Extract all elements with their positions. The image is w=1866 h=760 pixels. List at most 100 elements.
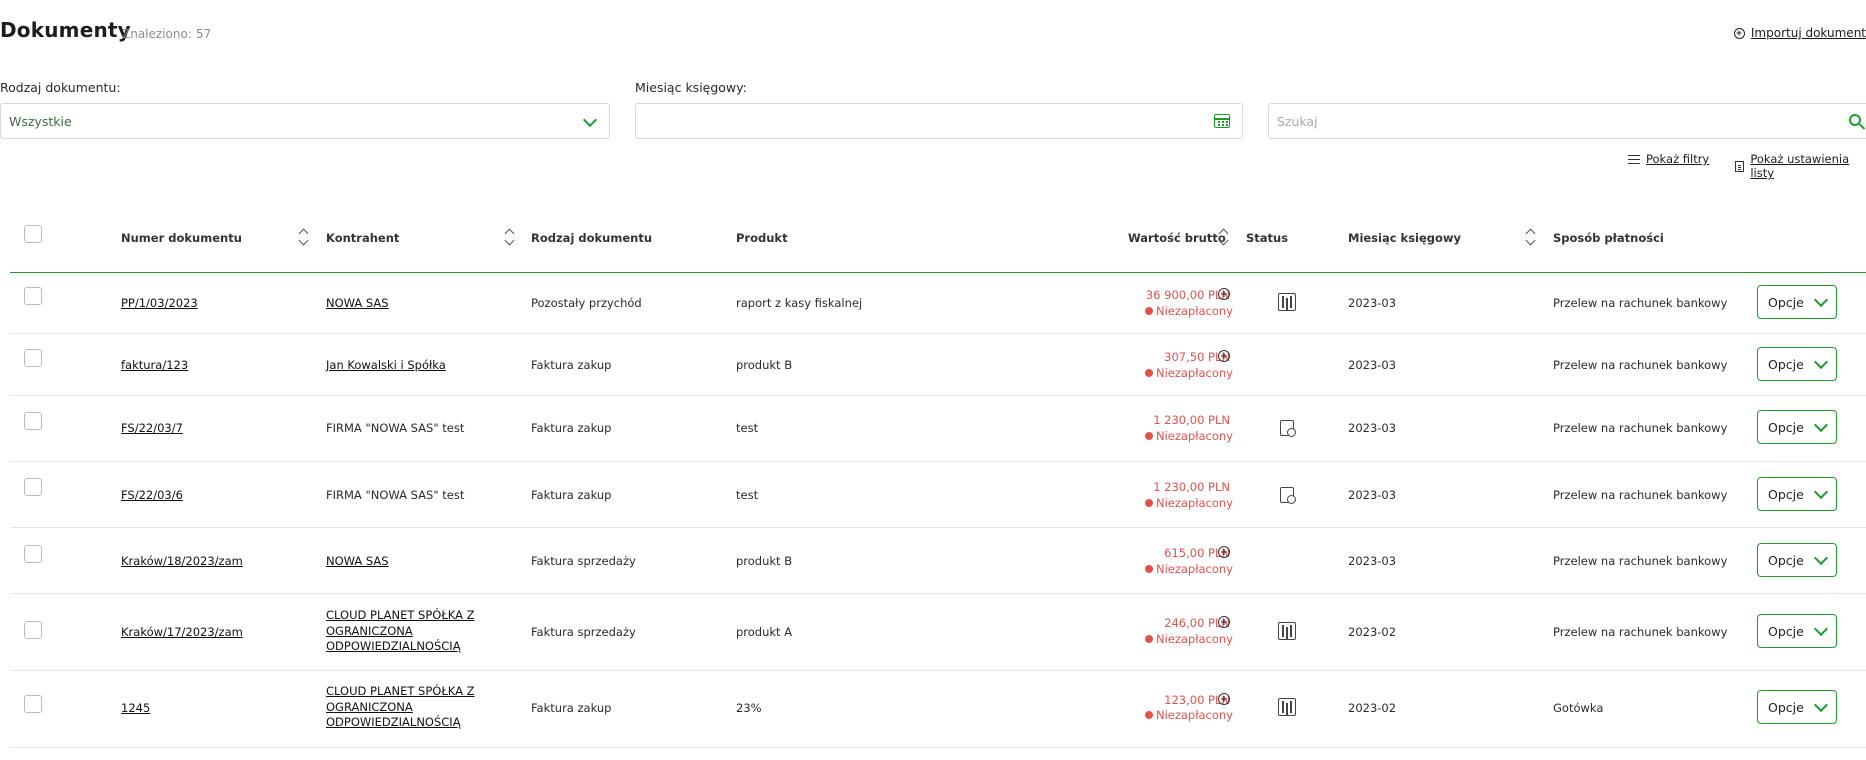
table-row: Kraków/18/2023/zam NOWA SAS Faktura sprz… — [10, 527, 1866, 594]
table-row: FS/22/03/7 FIRMA "NOWA SAS" test Faktura… — [10, 395, 1866, 462]
filters-icon — [1628, 154, 1640, 164]
gross-amount: 1 230,00 PLN — [1153, 413, 1230, 427]
import-documents-label: Importuj dokument — [1750, 26, 1866, 40]
payment-status-label: Niezapłacony — [1155, 562, 1233, 576]
document-search-status-icon[interactable] — [1280, 420, 1296, 437]
found-count: Znaleziono: 57 — [122, 27, 211, 41]
gross-amount: 1 230,00 PLN — [1153, 480, 1230, 494]
options-label: Opcje — [1768, 487, 1804, 502]
col-status: Status — [1246, 231, 1289, 245]
payment-method-cell: Przelew na rachunek bankowy — [1553, 296, 1728, 310]
month-label: Miesiąc księgowy: — [635, 80, 747, 95]
add-payment-icon[interactable] — [1218, 546, 1230, 558]
options-button[interactable]: Opcje — [1757, 347, 1837, 381]
found-label: Znaleziono: — [122, 27, 192, 41]
month-cell: 2023-03 — [1348, 488, 1397, 502]
month-input[interactable] — [635, 103, 1243, 139]
row-checkbox[interactable] — [24, 287, 42, 305]
payment-method-cell: Przelew na rachunek bankowy — [1553, 625, 1728, 639]
ksef-status-icon[interactable] — [1278, 622, 1296, 640]
col-number[interactable]: Numer dokumentu — [121, 231, 242, 245]
add-payment-icon[interactable] — [1218, 616, 1230, 628]
doc-type-cell: Faktura zakup — [531, 421, 612, 435]
payment-status-label: Niezapłacony — [1155, 429, 1233, 443]
found-count-value: 57 — [195, 27, 212, 41]
contractor-link[interactable]: NOWA SAS — [326, 296, 389, 310]
doc-number-link[interactable]: FS/22/03/6 — [121, 488, 183, 502]
chevron-down-icon — [1813, 697, 1829, 713]
doc-number-link[interactable]: 1245 — [121, 701, 150, 715]
product-cell: raport z kasy fiskalnej — [736, 296, 863, 310]
options-button[interactable]: Opcje — [1757, 690, 1837, 724]
doc-number-link[interactable]: FS/22/03/7 — [121, 421, 183, 435]
payment-status-label: Niezapłacony — [1155, 366, 1233, 380]
product-cell: produkt B — [736, 554, 793, 568]
doc-number-link[interactable]: Kraków/18/2023/zam — [121, 554, 243, 568]
doc-number-link[interactable]: Kraków/17/2023/zam — [121, 625, 243, 639]
options-button[interactable]: Opcje — [1757, 477, 1837, 511]
contractor-link[interactable]: Jan Kowalski i Spółka — [326, 358, 446, 372]
calendar-icon[interactable] — [1214, 114, 1230, 128]
payment-status: Niezapłacony — [1144, 429, 1233, 443]
import-documents-link[interactable]: Importuj dokument — [1733, 26, 1866, 40]
add-payment-icon[interactable] — [1218, 693, 1230, 705]
table-row: PP/1/03/2023 NOWA SAS Pozostały przychód… — [10, 272, 1866, 334]
chevron-down-icon — [1813, 292, 1829, 308]
product-cell: test — [736, 488, 759, 502]
select-all-checkbox[interactable] — [24, 225, 42, 243]
search-input[interactable]: Szukaj — [1268, 103, 1866, 139]
show-filters-link[interactable]: Pokaż filtry — [1628, 152, 1709, 166]
ksef-status-icon[interactable] — [1278, 698, 1296, 716]
row-checkbox[interactable] — [24, 695, 42, 713]
contractor-link[interactable]: NOWA SAS — [326, 554, 389, 568]
doc-number-link[interactable]: PP/1/03/2023 — [121, 296, 198, 310]
sort-month-icon[interactable] — [1525, 228, 1535, 246]
product-cell: produkt B — [736, 358, 793, 372]
row-checkbox[interactable] — [24, 412, 42, 430]
row-checkbox[interactable] — [24, 478, 42, 496]
payment-status: Niezapłacony — [1144, 708, 1233, 722]
options-button[interactable]: Opcje — [1757, 543, 1837, 577]
sort-gross-icon[interactable] — [1218, 228, 1228, 246]
chevron-down-icon — [1813, 417, 1829, 433]
row-checkbox[interactable] — [24, 349, 42, 367]
unpaid-dot-icon — [1144, 499, 1153, 507]
col-product: Produkt — [736, 231, 788, 245]
options-button[interactable]: Opcje — [1757, 410, 1837, 444]
col-gross[interactable]: Wartość brutto — [1128, 231, 1226, 245]
payment-method-cell: Przelew na rachunek bankowy — [1553, 358, 1728, 372]
document-search-status-icon[interactable] — [1280, 487, 1296, 504]
row-checkbox[interactable] — [24, 621, 42, 639]
contractor-link[interactable]: CLOUD PLANET SPÓŁKA Z OGRANICZONA ODPOWI… — [326, 684, 476, 731]
doc-number-link[interactable]: faktura/123 — [121, 358, 188, 372]
options-button[interactable]: Opcje — [1757, 285, 1837, 319]
sort-number-icon[interactable] — [298, 228, 308, 246]
chevron-down-icon — [1813, 550, 1829, 566]
payment-status-label: Niezapłacony — [1155, 304, 1233, 318]
doc-type-cell: Faktura zakup — [531, 488, 612, 502]
col-month: Miesiąc księgowy — [1348, 231, 1462, 245]
product-cell: 23% — [736, 701, 762, 715]
add-payment-icon[interactable] — [1218, 350, 1230, 362]
payment-method-cell: Przelew na rachunek bankowy — [1553, 421, 1728, 435]
doc-type-select[interactable]: Wszystkie — [0, 103, 610, 139]
plus-circle-icon — [1733, 27, 1745, 39]
unpaid-dot-icon — [1144, 432, 1153, 440]
contractor-link[interactable]: CLOUD PLANET SPÓŁKA Z OGRANICZONA ODPOWI… — [326, 608, 476, 655]
sort-contractor-icon[interactable] — [504, 228, 514, 246]
col-contractor[interactable]: Kontrahent — [326, 231, 399, 245]
ksef-status-icon[interactable] — [1278, 293, 1296, 311]
show-list-settings-link[interactable]: Pokaż ustawienia listy — [1735, 152, 1866, 180]
doc-type-cell: Faktura zakup — [531, 358, 612, 372]
options-button[interactable]: Opcje — [1757, 614, 1837, 648]
search-icon[interactable] — [1849, 114, 1861, 126]
unpaid-dot-icon — [1144, 369, 1153, 377]
table-row: faktura/123 Jan Kowalski i Spółka Faktur… — [10, 333, 1866, 396]
add-payment-icon[interactable] — [1218, 288, 1230, 300]
row-checkbox[interactable] — [24, 545, 42, 563]
payment-status: Niezapłacony — [1144, 496, 1233, 510]
options-label: Opcje — [1768, 624, 1804, 639]
table-header: Numer dokumentu Kontrahent Rodzaj dokume… — [10, 195, 1866, 273]
chevron-down-icon — [1813, 621, 1829, 637]
month-cell: 2023-03 — [1348, 421, 1397, 435]
